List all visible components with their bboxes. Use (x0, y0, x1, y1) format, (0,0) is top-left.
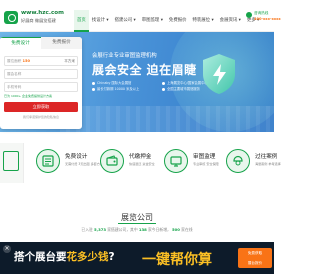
area-label: 展位面积 (7, 59, 22, 63)
nav-special-booth[interactable]: 特装展位 ▾ (190, 10, 217, 32)
phone-placeholder: 手机号码 (7, 85, 22, 89)
nav-home[interactable]: 首页 (74, 10, 89, 32)
service-desc: 无需付费 3天出图 多套方案 (65, 162, 103, 166)
hero-subtitle: 会展行业专业审图监理机构 (92, 53, 157, 59)
banner-question: 搭个展台要花多少钱? (14, 251, 115, 263)
service-item[interactable]: 免费设计 无需付费 3天出图 多套方案 (36, 143, 103, 183)
site-logo[interactable]: www.hzc.com 好展商 做展览搭建 (4, 10, 72, 26)
section-divider (118, 223, 156, 224)
nav-find-design[interactable]: 找设计 ▾ (89, 10, 112, 32)
monitor-icon (164, 149, 188, 173)
phone-field[interactable]: 手机号码 (4, 82, 78, 92)
stat-total: 5,373 (94, 227, 107, 232)
logo-url: www.hzc.com (21, 10, 64, 16)
service-desc: 海量案例 参考选择 (255, 162, 281, 166)
quote-form: 免费设计 免费报价 展位面积 150 平方米 展会名称 手机号码 已为 1000… (0, 37, 82, 129)
service-name: 过往案例 (255, 154, 278, 160)
hero-skyline (60, 106, 274, 132)
service-name: 审图监理 (193, 154, 216, 160)
logo-mark-icon (4, 11, 18, 24)
section-stats: 已入驻 5,373 家搭建公司，其中 138 家今日新增， 500 家在线 (81, 227, 193, 232)
form-note: 已为 1000+ 企业免费提供设计方案 (4, 94, 53, 98)
service-item[interactable]: 过往案例 海量案例 参考选择 (226, 143, 281, 183)
list-icon (36, 149, 60, 173)
stat-new: 138 (138, 227, 147, 232)
hotline-label: 咨询热线 (254, 11, 269, 15)
nav-review[interactable]: 审图监理 ▾ (139, 10, 166, 32)
hero-feature-item: 最长付款期 10000 米及以上 (92, 86, 139, 91)
exhibition-name-placeholder: 展会名称 (7, 72, 22, 76)
logo-slogan: 好展商 做展览搭建 (21, 18, 56, 23)
hero-feature-item: Chinaby 国际大会展馆 (92, 80, 131, 85)
service-name: 代缴押金 (129, 154, 152, 160)
phone-icon (246, 12, 252, 18)
worker-icon (226, 149, 250, 173)
nav-news[interactable]: 会展资讯 ▾ (217, 10, 244, 32)
service-desc: 专业审核 安全保障 (193, 162, 219, 166)
submit-button[interactable]: 立即获取 (4, 102, 78, 112)
section-title: 展览公司 (121, 213, 153, 222)
services-lead (0, 143, 24, 183)
area-field[interactable]: 展位面积 150 平方米 (4, 56, 78, 66)
area-value: 150 (22, 59, 31, 63)
clipboard-icon (3, 151, 19, 171)
wallet-icon (100, 149, 124, 173)
nav-free-quote[interactable]: 免费报价 (166, 10, 190, 32)
service-desc: 快速退还 资金安全 (129, 162, 155, 166)
hero-feature-item: 全国主要城市展馆服务 (162, 86, 200, 91)
service-item[interactable]: 审图监理 专业审核 安全保障 (164, 143, 220, 183)
exhibition-name-field[interactable]: 展会名称 (4, 69, 78, 79)
main-nav: 首页 找设计 ▾ 搭建公司 ▾ 审图监理 ▾ 免费报价 特装展位 ▾ 会展资讯 … (74, 10, 262, 32)
service-item[interactable]: 代缴押金 快速退还 资金安全 (100, 143, 156, 183)
hero-title: 展会安全 迫在眉睫 (92, 63, 197, 77)
services-strip: 免费设计 无需付费 3天出图 多套方案 代缴押金 快速退还 资金安全 审图监理 … (0, 143, 281, 183)
close-icon[interactable]: × (3, 245, 11, 253)
shield-icon (203, 54, 235, 94)
bottom-ad-banner[interactable]: × 搭个展台要花多少钱? 一键帮你算 免费获取 展台报价 (0, 242, 274, 274)
privacy-note: 我们承诺保护您的隐私信息 (22, 115, 59, 119)
banner-side-button[interactable]: 免费获取 展台报价 (238, 248, 272, 268)
tab-free-design[interactable]: 免费设计 (0, 37, 41, 49)
hotline[interactable]: 咨询热线 400-xxx-xxxx (246, 11, 281, 25)
banner-cta[interactable]: 一键帮你算 (142, 249, 212, 269)
hotline-number: 400-xxx-xxxx (254, 17, 281, 21)
top-header: www.hzc.com 好展商 做展览搭建 首页 找设计 ▾ 搭建公司 ▾ 审图… (0, 0, 281, 32)
nav-builders[interactable]: 搭建公司 ▾ (112, 10, 139, 32)
service-name: 免费设计 (65, 154, 88, 160)
form-tabs: 免费设计 免费报价 (0, 37, 82, 49)
area-unit: 平方米 (64, 59, 75, 63)
stat-active: 500 (172, 227, 180, 232)
tab-free-quote[interactable]: 免费报价 (41, 37, 82, 49)
